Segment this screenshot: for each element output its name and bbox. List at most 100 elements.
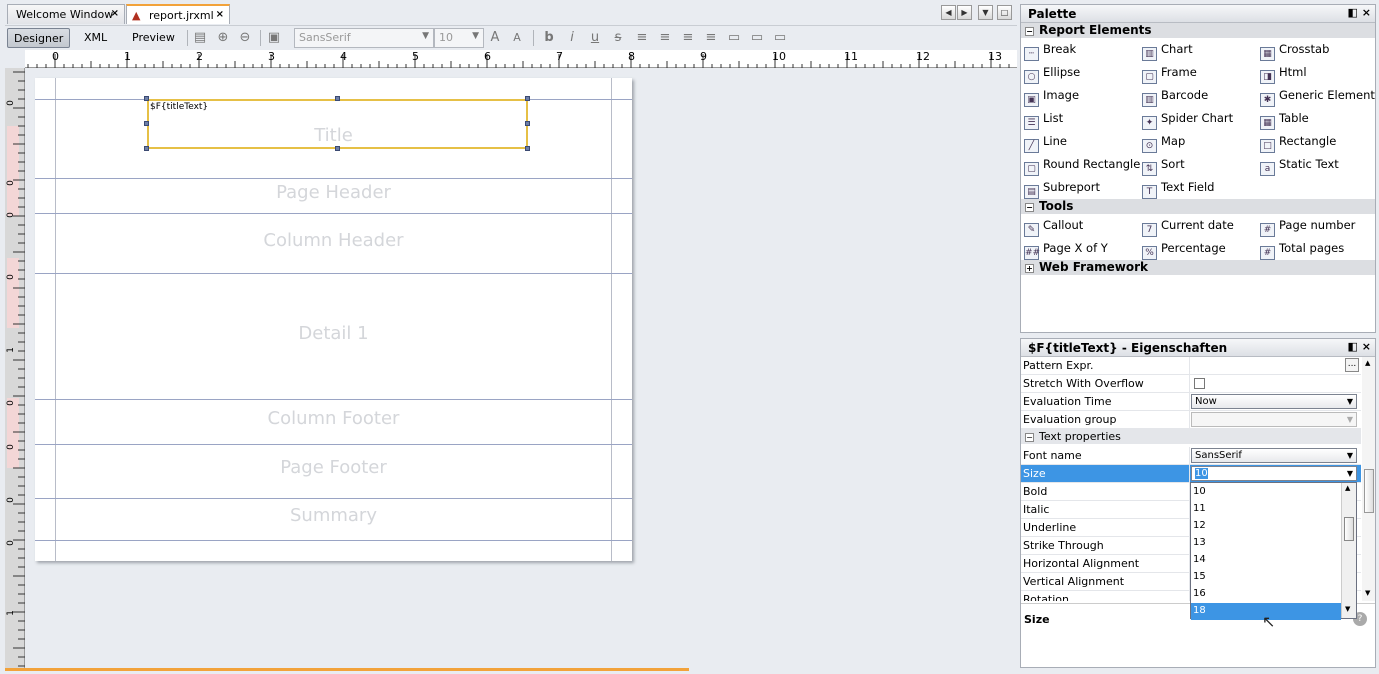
palette-item-static-text[interactable]: a Static Text bbox=[1260, 157, 1339, 176]
category-web-framework[interactable]: + Web Framework bbox=[1021, 260, 1375, 275]
prop-font-name[interactable]: Font name SansSerif ▼ bbox=[1021, 447, 1361, 465]
zoom-in-icon[interactable]: ⊕ bbox=[214, 30, 232, 46]
database-icon[interactable]: ▤ bbox=[191, 30, 209, 46]
font-size-value: 10 bbox=[439, 31, 453, 44]
bold-icon[interactable]: b bbox=[540, 30, 558, 46]
palette-item-generic-element[interactable]: ✱ Generic Element bbox=[1260, 88, 1375, 107]
percentage-icon: % bbox=[1142, 246, 1157, 260]
category-report-elements[interactable]: − Report Elements bbox=[1021, 23, 1375, 38]
dropdown-option[interactable]: 14 bbox=[1191, 552, 1341, 569]
scroll-tabs-right-icon[interactable]: ▶ bbox=[957, 5, 972, 20]
show-opened-documents-icon[interactable]: ▼ bbox=[978, 5, 993, 20]
tool-item-page-number[interactable]: # Page number bbox=[1260, 218, 1355, 237]
palette-item-ellipse[interactable]: ○ Ellipse bbox=[1024, 65, 1080, 84]
resize-handle[interactable] bbox=[144, 146, 149, 151]
evaluation-group-combo[interactable]: ▼ bbox=[1191, 412, 1357, 427]
align-right-icon[interactable]: ≡ bbox=[702, 30, 720, 46]
align-left-icon[interactable]: ≡ bbox=[633, 30, 651, 46]
category-tools[interactable]: − Tools bbox=[1021, 199, 1375, 214]
strikethrough-icon[interactable]: s bbox=[609, 30, 627, 46]
maximize-window-icon[interactable]: □ bbox=[997, 5, 1012, 20]
close-icon[interactable]: × bbox=[216, 9, 224, 20]
palette-item-crosstab[interactable]: ▦ Crosstab bbox=[1260, 42, 1329, 61]
panel-controls-icon[interactable]: ◧ × bbox=[1348, 340, 1371, 353]
prop-stretch-with-overflow[interactable]: Stretch With Overflow bbox=[1021, 375, 1361, 393]
zoom-out-icon[interactable]: ⊖ bbox=[236, 30, 254, 46]
align-center-icon[interactable]: ≡ bbox=[679, 30, 697, 46]
palette-item-subreport[interactable]: ▤ Subreport bbox=[1024, 180, 1100, 199]
dropdown-option[interactable]: 15 bbox=[1191, 569, 1341, 586]
tab-report-jrxml[interactable]: ▲ report.jrxml × bbox=[126, 4, 230, 24]
section-text-properties[interactable]: − Text properties bbox=[1021, 429, 1361, 444]
panel-controls-icon[interactable]: ◧ × bbox=[1348, 6, 1371, 19]
scroll-thumb[interactable] bbox=[1364, 469, 1374, 513]
palette-item-chart[interactable]: ▥ Chart bbox=[1142, 42, 1193, 61]
tool-item-percentage[interactable]: % Percentage bbox=[1142, 241, 1226, 260]
underline-icon[interactable]: u bbox=[586, 30, 604, 46]
palette-item-table[interactable]: ▦ Table bbox=[1260, 111, 1309, 130]
resize-handle[interactable] bbox=[335, 96, 340, 101]
resize-handle[interactable] bbox=[525, 121, 530, 126]
scroll-tabs-left-icon[interactable]: ◀ bbox=[941, 5, 956, 20]
dropdown-option[interactable]: 13 bbox=[1191, 535, 1341, 552]
palette-item-spider-chart[interactable]: ✦ Spider Chart bbox=[1142, 111, 1233, 130]
palette-item-list[interactable]: ☰ List bbox=[1024, 111, 1063, 130]
size-dropdown-list[interactable]: 10 11 12 13 14 15 16 18 ▲ ▼ bbox=[1190, 482, 1357, 620]
properties-scrollbar[interactable]: ▲ ▼ bbox=[1362, 357, 1375, 601]
align-justify-icon[interactable]: ≡ bbox=[656, 30, 674, 46]
tool-item-total-pages[interactable]: # Total pages bbox=[1260, 241, 1344, 260]
prop-evaluation-group[interactable]: Evaluation group ▼ bbox=[1021, 411, 1361, 429]
palette-item-frame[interactable]: ▢ Frame bbox=[1142, 65, 1197, 84]
palette-item-rectangle[interactable]: □ Rectangle bbox=[1260, 134, 1336, 153]
prop-pattern-expr[interactable]: Pattern Expr. ... bbox=[1021, 357, 1361, 375]
font-size-combo[interactable]: 10 ▼ bbox=[434, 28, 484, 48]
tool-item-callout[interactable]: ✎ Callout bbox=[1024, 218, 1083, 237]
align-top-icon[interactable]: ▭ bbox=[725, 30, 743, 46]
preview-button[interactable]: Preview bbox=[126, 28, 181, 48]
size-combo[interactable]: 10 ▼ bbox=[1191, 466, 1357, 481]
report-page[interactable]: Title Page Header Column Header Detail 1… bbox=[35, 78, 632, 561]
palette-item-round-rectangle[interactable]: ▢ Round Rectangle bbox=[1024, 157, 1140, 176]
font-name-combo[interactable]: SansSerif ▼ bbox=[1191, 448, 1357, 463]
resize-handle[interactable] bbox=[525, 146, 530, 151]
italic-icon[interactable]: i bbox=[563, 30, 581, 46]
dropdown-option[interactable]: 12 bbox=[1191, 518, 1341, 535]
design-canvas[interactable]: Title Page Header Column Header Detail 1… bbox=[25, 68, 1017, 668]
dropdown-option[interactable]: 10 bbox=[1191, 484, 1341, 501]
tool-item-page-x-of-y[interactable]: ## Page X of Y bbox=[1024, 241, 1108, 260]
resize-handle[interactable] bbox=[525, 96, 530, 101]
increase-font-icon[interactable]: A bbox=[486, 30, 504, 46]
resize-handle[interactable] bbox=[144, 121, 149, 126]
palette-item-line[interactable]: ╱ Line bbox=[1024, 134, 1067, 153]
palette-item-text-field[interactable]: T Text Field bbox=[1142, 180, 1214, 199]
decrease-font-icon[interactable]: A bbox=[508, 30, 526, 46]
title-text-field[interactable]: $F{titleText} bbox=[147, 99, 528, 149]
dropdown-option[interactable]: 16 bbox=[1191, 586, 1341, 603]
font-name-combo[interactable]: SansSerif ▼ bbox=[294, 28, 434, 48]
tool-item-current-date[interactable]: 7 Current date bbox=[1142, 218, 1234, 237]
xml-button[interactable]: XML bbox=[78, 28, 113, 48]
tab-welcome-window[interactable]: Welcome Window × bbox=[7, 4, 125, 24]
ellipsis-button[interactable]: ... bbox=[1345, 358, 1359, 372]
scroll-thumb[interactable] bbox=[1344, 517, 1354, 541]
align-middle-icon[interactable]: ▭ bbox=[748, 30, 766, 46]
palette-item-map[interactable]: ⊙ Map bbox=[1142, 134, 1185, 153]
palette-item-image[interactable]: ▣ Image bbox=[1024, 88, 1079, 107]
resize-handle[interactable] bbox=[335, 146, 340, 151]
palette-item-break[interactable]: ┄ Break bbox=[1024, 42, 1076, 61]
close-icon[interactable]: × bbox=[111, 8, 119, 19]
paste-icon[interactable]: ▣ bbox=[265, 30, 283, 46]
evaluation-time-combo[interactable]: Now ▼ bbox=[1191, 394, 1357, 409]
palette-item-sort[interactable]: ⇅ Sort bbox=[1142, 157, 1185, 176]
resize-handle[interactable] bbox=[144, 96, 149, 101]
prop-evaluation-time[interactable]: Evaluation Time Now ▼ bbox=[1021, 393, 1361, 411]
prop-size[interactable]: Size 10 ▼ bbox=[1021, 465, 1361, 483]
palette-item-html[interactable]: ◨ Html bbox=[1260, 65, 1307, 84]
align-bottom-icon[interactable]: ▭ bbox=[771, 30, 789, 46]
palette-item-barcode[interactable]: ▥ Barcode bbox=[1142, 88, 1208, 107]
designer-button[interactable]: Designer bbox=[7, 28, 71, 48]
dropdown-scrollbar[interactable]: ▲ ▼ bbox=[1341, 483, 1356, 618]
ruler-label: 7 bbox=[556, 50, 563, 63]
stretch-checkbox[interactable] bbox=[1194, 378, 1205, 389]
dropdown-option[interactable]: 11 bbox=[1191, 501, 1341, 518]
